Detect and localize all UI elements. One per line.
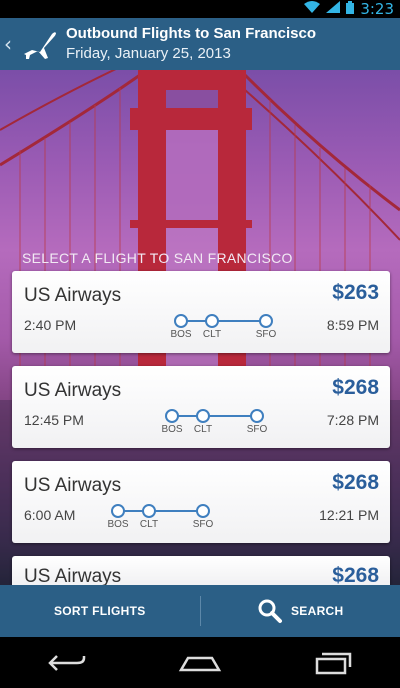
page-subtitle: Friday, January 25, 2013 bbox=[66, 45, 231, 62]
page-title: Outbound Flights to San Francisco bbox=[66, 25, 316, 42]
battery-icon bbox=[346, 0, 355, 18]
route-stop-icon bbox=[174, 314, 188, 328]
home-nav-icon bbox=[178, 656, 222, 671]
route-stop-icon bbox=[196, 409, 210, 423]
airline-name: US Airways bbox=[24, 566, 122, 585]
back-chevron-icon[interactable]: ‹ bbox=[4, 32, 16, 56]
status-bar: 3:23 bbox=[0, 0, 400, 18]
search-button[interactable]: SEARCH bbox=[201, 585, 400, 637]
flight-card[interactable]: US Airways $268 bbox=[12, 556, 390, 585]
route-line bbox=[172, 415, 256, 417]
depart-time: 2:40 PM bbox=[24, 317, 77, 333]
flight-card[interactable]: US Airways $268 6:00 AM BOS CLT SFO 12:2… bbox=[12, 461, 390, 543]
app-header[interactable]: ‹ Outbound Flights to San Francisco Frid… bbox=[0, 18, 400, 70]
route-stop-icon bbox=[196, 504, 210, 518]
signal-icon bbox=[326, 1, 341, 17]
bottom-action-bar: SORT FLIGHTS SEARCH bbox=[0, 585, 400, 637]
arrive-time: 8:59 PM bbox=[326, 317, 379, 333]
status-time: 3:23 bbox=[360, 0, 394, 18]
sort-flights-button[interactable]: SORT FLIGHTS bbox=[0, 585, 200, 637]
back-nav-button[interactable] bbox=[37, 643, 97, 683]
flight-price: $268 bbox=[332, 376, 379, 399]
search-label: SEARCH bbox=[291, 604, 344, 618]
route-line bbox=[118, 510, 202, 512]
stop-code: BOS bbox=[161, 424, 183, 435]
route-stop-icon bbox=[142, 504, 156, 518]
route-stop-icon bbox=[250, 409, 264, 423]
depart-time: 6:00 AM bbox=[24, 507, 76, 523]
back-nav-icon bbox=[47, 654, 85, 671]
stop-code: BOS bbox=[107, 519, 129, 530]
route-stop-icon bbox=[205, 314, 219, 328]
flight-card[interactable]: US Airways $263 2:40 PM BOS CLT SFO 8:59… bbox=[12, 271, 390, 353]
arrive-time: 12:21 PM bbox=[319, 507, 379, 523]
section-label: SELECT A FLIGHT TO SAN FRANCISCO bbox=[22, 250, 293, 266]
stop-code: SFO bbox=[255, 329, 277, 340]
stop-code: BOS bbox=[170, 329, 192, 340]
wifi-icon bbox=[304, 1, 321, 17]
arrive-time: 7:28 PM bbox=[326, 412, 379, 428]
stop-code: SFO bbox=[246, 424, 268, 435]
route-stop-icon bbox=[259, 314, 273, 328]
system-nav-bar bbox=[0, 637, 400, 688]
route-line bbox=[181, 320, 265, 322]
recents-nav-icon bbox=[316, 652, 352, 674]
home-nav-button[interactable] bbox=[170, 643, 230, 683]
route-diagram: BOS CLT SFO bbox=[167, 313, 287, 343]
stop-code: SFO bbox=[192, 519, 214, 530]
route-diagram: BOS CLT SFO bbox=[158, 408, 278, 438]
airplane-icon bbox=[24, 32, 56, 59]
route-diagram: BOS CLT SFO bbox=[104, 503, 224, 533]
flight-card[interactable]: US Airways $268 12:45 PM BOS CLT SFO 7:2… bbox=[12, 366, 390, 448]
header-titles: Outbound Flights to San Francisco Friday… bbox=[66, 24, 316, 64]
search-icon bbox=[258, 599, 282, 623]
flight-price: $268 bbox=[332, 564, 379, 585]
recents-nav-button[interactable] bbox=[303, 643, 363, 683]
airline-name: US Airways bbox=[24, 475, 122, 496]
depart-time: 12:45 PM bbox=[24, 412, 84, 428]
airline-name: US Airways bbox=[24, 285, 122, 306]
stop-code: CLT bbox=[139, 519, 159, 530]
flight-price: $263 bbox=[332, 281, 379, 304]
route-stop-icon bbox=[165, 409, 179, 423]
stop-code: CLT bbox=[193, 424, 213, 435]
sort-flights-label: SORT FLIGHTS bbox=[53, 604, 146, 618]
route-stop-icon bbox=[111, 504, 125, 518]
airline-name: US Airways bbox=[24, 380, 122, 401]
flight-price: $268 bbox=[332, 471, 379, 494]
stop-code: CLT bbox=[202, 329, 222, 340]
